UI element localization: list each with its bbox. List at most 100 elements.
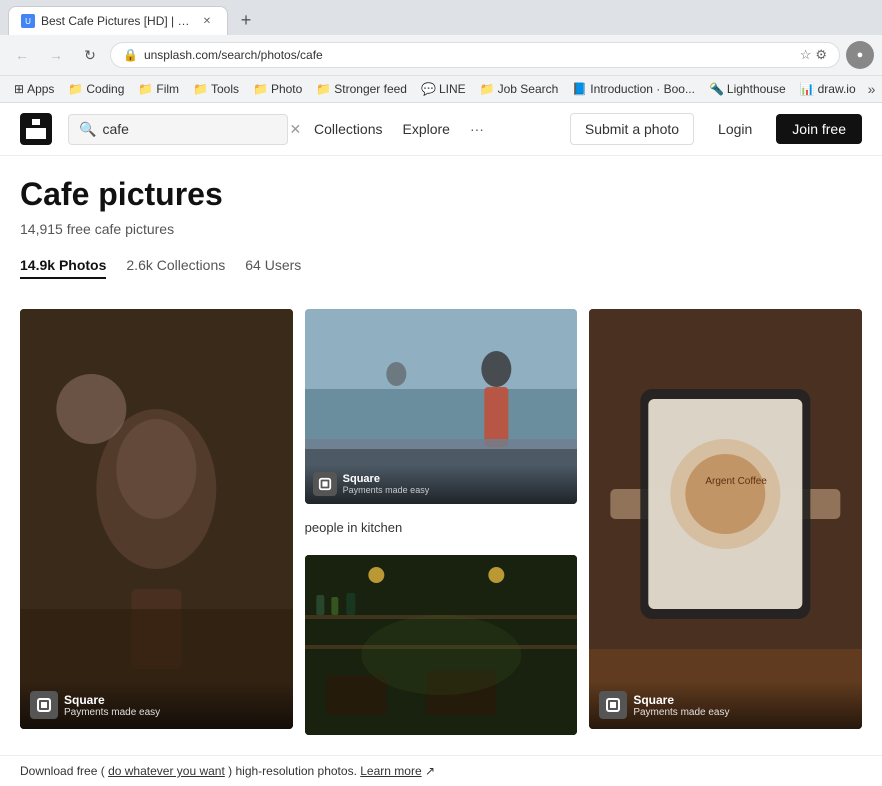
search-input[interactable] — [102, 121, 283, 137]
photos-label: Photos — [59, 257, 106, 273]
bookmark-label: Lighthouse — [727, 82, 786, 96]
caption-text: people in kitchen — [305, 520, 403, 535]
lighthouse-icon: 🔦 — [709, 82, 724, 96]
sponsor-overlay-3: Square Payments made easy — [589, 681, 862, 729]
bookmark-apps[interactable]: ⊞ Apps — [8, 80, 60, 98]
sponsor-tagline-3: Payments made easy — [633, 707, 729, 718]
sponsor-badge: Square Payments made easy — [30, 691, 283, 719]
bookmark-job-search[interactable]: 📁 Job Search — [474, 80, 565, 98]
bookmarks-more-button[interactable]: » — [864, 79, 880, 99]
bookmark-label: Tools — [211, 82, 239, 96]
sponsor-tagline-2: Payments made easy — [343, 485, 430, 495]
sponsor-logo-3 — [599, 691, 627, 719]
bookmark-drawio[interactable]: 📊 draw.io — [794, 80, 862, 98]
url-text: unsplash.com/search/photos/cafe — [144, 48, 794, 62]
photo-item-coffee[interactable]: Square Payments made easy — [20, 309, 293, 729]
login-button[interactable]: Login — [704, 114, 766, 144]
photo-item-tablet[interactable]: Argent Coffee Square Payments made easy — [589, 309, 862, 729]
sponsor-info-3: Square Payments made easy — [633, 693, 729, 718]
search-box[interactable]: 🔍 ✕ — [68, 114, 288, 145]
bookmarks-bar: ⊞ Apps 📁 Coding 📁 Film 📁 Tools 📁 Photo 📁… — [0, 75, 882, 102]
nav-actions: Submit a photo Login Join free — [570, 113, 862, 145]
sponsor-tagline: Payments made easy — [64, 707, 160, 718]
reload-button[interactable]: ↻ — [76, 41, 104, 69]
sponsor-name-2: Square — [343, 473, 430, 485]
coffee-image — [20, 309, 293, 729]
bookmark-stronger-feed[interactable]: 📁 Stronger feed — [310, 80, 413, 98]
bookmark-label: Photo — [271, 82, 302, 96]
photo-item-cafe-interior[interactable] — [305, 555, 578, 735]
folder-icon: 📁 — [138, 82, 153, 96]
collections-label: Collections — [157, 257, 225, 273]
bookmark-label: draw.io — [818, 82, 856, 96]
filter-tab-photos[interactable]: 14.9k Photos — [20, 257, 106, 279]
forward-button[interactable]: → — [42, 41, 70, 69]
square-logo-icon — [36, 697, 52, 713]
bookmark-line[interactable]: 💬 LINE — [415, 80, 472, 98]
line-icon: 💬 — [421, 82, 436, 96]
footer-text-middle: ) high-resolution photos. — [228, 764, 357, 778]
search-icon: 🔍 — [79, 121, 96, 138]
filter-tab-collections[interactable]: 2.6k Collections — [126, 257, 225, 279]
address-bar-icons: ☆ ⚙ — [800, 47, 827, 63]
tab-close-button[interactable]: ✕ — [199, 13, 215, 29]
explore-link[interactable]: Explore — [402, 121, 449, 137]
active-tab[interactable]: U Best Cafe Pictures [HD] | Dow... ✕ — [8, 6, 228, 35]
star-icon[interactable]: ☆ — [800, 47, 812, 63]
footer-link-learn-more[interactable]: Learn more — [360, 764, 421, 778]
bookmark-label: Introduction · Boo... — [590, 82, 695, 96]
page-subtitle: 14,915 free cafe pictures — [20, 221, 862, 237]
bookmark-photo[interactable]: 📁 Photo — [247, 80, 308, 98]
unsplash-navbar: 🔍 ✕ Collections Explore ··· Submit a pho… — [0, 103, 882, 156]
filter-tabs: 14.9k Photos 2.6k Collections 64 Users — [20, 257, 862, 279]
svg-text:Argent Coffee: Argent Coffee — [706, 476, 768, 487]
back-button[interactable]: ← — [8, 41, 36, 69]
profile-button[interactable]: ● — [846, 41, 874, 69]
bookmark-label: Coding — [86, 82, 124, 96]
bookmark-tools[interactable]: 📁 Tools — [187, 80, 245, 98]
photo-column-2: Square Payments made easy people in kitc… — [305, 309, 578, 735]
photo-item-kitchen[interactable]: Square Payments made easy — [305, 309, 578, 504]
sponsor-badge-2: Square Payments made easy — [313, 472, 570, 496]
bookmark-label: Stronger feed — [334, 82, 407, 96]
footer-text-before: Download free ( — [20, 764, 105, 778]
sponsor-logo-2 — [313, 472, 337, 496]
unsplash-logo-icon — [26, 119, 46, 139]
bookmark-film[interactable]: 📁 Film — [132, 80, 185, 98]
bookmark-coding[interactable]: 📁 Coding — [62, 80, 130, 98]
unsplash-logo[interactable] — [20, 113, 52, 145]
browser-chrome: U Best Cafe Pictures [HD] | Dow... ✕ + ←… — [0, 0, 882, 103]
nav-links: Collections Explore ··· — [314, 121, 484, 137]
sponsor-name: Square — [64, 693, 160, 707]
address-bar[interactable]: 🔒 unsplash.com/search/photos/cafe ☆ ⚙ — [110, 42, 840, 68]
sponsor-overlay-2: Square Payments made easy — [305, 464, 578, 504]
submit-photo-button[interactable]: Submit a photo — [570, 113, 694, 145]
search-clear-button[interactable]: ✕ — [289, 121, 301, 138]
footer-bar: Download free ( do whatever you want ) h… — [0, 755, 882, 786]
footer-link-do-whatever[interactable]: do whatever you want — [108, 764, 225, 778]
bookmark-label: Film — [156, 82, 179, 96]
square-logo-icon-2 — [318, 477, 332, 491]
book-icon: 📘 — [572, 82, 587, 96]
bookmark-label: Job Search — [498, 82, 559, 96]
folder-icon: 📁 — [193, 82, 208, 96]
folder-icon: 📁 — [68, 82, 83, 96]
photo-column-3: Argent Coffee Square Payments made easy — [589, 309, 862, 735]
photos-count: 14.9k — [20, 257, 55, 273]
filter-tab-users[interactable]: 64 Users — [245, 257, 301, 279]
nav-more-button[interactable]: ··· — [470, 121, 484, 137]
new-tab-button[interactable]: + — [232, 7, 260, 35]
collections-link[interactable]: Collections — [314, 121, 382, 137]
bookmark-lighthouse[interactable]: 🔦 Lighthouse — [703, 80, 792, 98]
sponsor-badge-3: Square Payments made easy — [599, 691, 852, 719]
bookmark-label: LINE — [439, 82, 466, 96]
drawio-icon: 📊 — [800, 82, 815, 96]
folder-icon: 📁 — [480, 82, 495, 96]
users-label: Users — [265, 257, 302, 273]
bookmark-intro[interactable]: 📘 Introduction · Boo... — [566, 80, 701, 98]
sponsor-logo — [30, 691, 58, 719]
join-free-button[interactable]: Join free — [776, 114, 862, 144]
sponsor-info-2: Square Payments made easy — [343, 473, 430, 495]
extension-icon[interactable]: ⚙ — [815, 47, 827, 63]
kitchen-caption: people in kitchen — [305, 516, 578, 543]
